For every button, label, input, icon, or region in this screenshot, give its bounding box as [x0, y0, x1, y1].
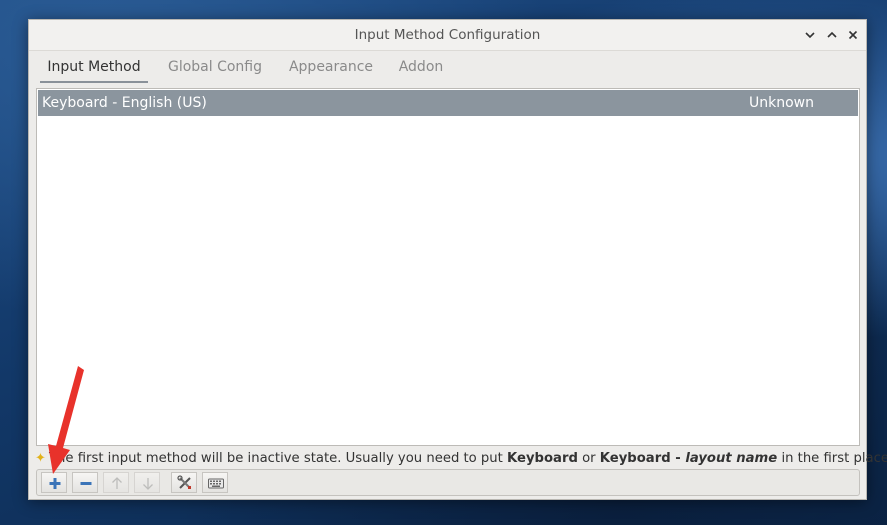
move-down-button[interactable] [134, 472, 160, 493]
keyboard-icon [208, 478, 224, 489]
tab-addon[interactable]: Addon [393, 51, 449, 83]
list-item[interactable]: Keyboard - English (US) Unknown [38, 90, 858, 116]
tab-input-method[interactable]: Input Method [40, 51, 148, 83]
chevron-up-icon [827, 31, 837, 38]
hint-text-end: in the first place. [777, 451, 887, 466]
input-method-status: Unknown [749, 95, 814, 111]
hint-bold-keyboard: Keyboard [507, 451, 578, 466]
configure-button[interactable] [171, 472, 197, 493]
hint-text-middle: or [577, 451, 600, 466]
window-title: Input Method Configuration [354, 27, 541, 43]
minimize-button[interactable] [802, 27, 818, 43]
arrow-up-icon [112, 477, 122, 489]
keyboard-layout-button[interactable] [202, 472, 228, 493]
chevron-down-icon [805, 32, 815, 39]
star-icon: ✦ [35, 451, 46, 466]
tab-appearance[interactable]: Appearance [283, 51, 379, 83]
input-method-config-window: Input Method Configuration Input Method … [28, 19, 887, 500]
close-icon [848, 30, 858, 40]
minus-icon [80, 482, 92, 485]
tab-global-config[interactable]: Global Config [162, 51, 268, 83]
hint-message: ✦ The first input method will be inactive… [35, 449, 887, 469]
tools-icon [177, 475, 191, 489]
title-bar[interactable]: Input Method Configuration [29, 20, 866, 51]
toolbar [36, 469, 860, 496]
hint-layout-name: layout name [685, 451, 778, 466]
maximize-button[interactable] [824, 27, 840, 43]
move-up-button[interactable] [103, 472, 129, 493]
hint-bold-keyboard-layout: Keyboard - [599, 451, 686, 466]
add-button[interactable] [41, 472, 67, 493]
remove-button[interactable] [72, 472, 98, 493]
close-button[interactable] [845, 27, 861, 43]
hint-text-start: The first input method will be inactive … [49, 451, 508, 466]
input-method-name: Keyboard - English (US) [42, 95, 207, 111]
input-method-list[interactable]: Keyboard - English (US) Unknown [36, 88, 860, 446]
plus-icon [49, 478, 61, 489]
arrow-down-icon [143, 478, 153, 490]
